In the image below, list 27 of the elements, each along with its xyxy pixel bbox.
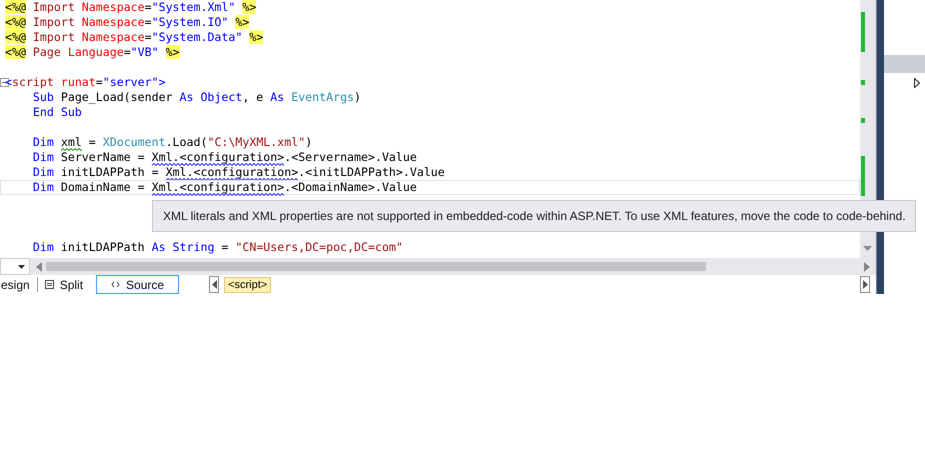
scroll-left-icon[interactable]: [36, 262, 42, 272]
scroll-down-icon[interactable]: [863, 246, 872, 251]
code-line: <%@ Import Namespace="System.IO" %>: [5, 15, 250, 29]
code-line: Dim xml = XDocument.Load("C:\MyXML.xml"): [32, 135, 312, 149]
code-line: Dim initLDAPPath = Xml.<configuration>.<initLDAPPath>.Value: [32, 165, 445, 179]
code-brackets-icon: [111, 281, 120, 288]
code-line: Sub Page_Load(sender As Object, e As EventArgs): [32, 90, 362, 104]
error-tooltip: XML literals and XML properties are not supported in embedded-code within ASP.NET. To use XML features, move the code to code-behind.: [152, 200, 916, 232]
expand-arrow-icon[interactable]: [914, 78, 920, 88]
code-line: Dim initLDAPPath As String = "CN=Users,DC=poc,DC=com": [32, 240, 403, 254]
scroll-right-icon[interactable]: [864, 262, 870, 272]
left-arrow-icon: [212, 280, 217, 289]
code-line: <%@ Import Namespace="System.Data" %>: [5, 30, 264, 44]
code-line: <script runat="server">: [5, 75, 166, 89]
view-tab[interactable]: Source: [96, 275, 180, 294]
nav-left-button[interactable]: [209, 276, 220, 293]
code-line: <%@ Import Namespace="System.Xml" %>: [5, 0, 256, 14]
horizontal-scrollbar[interactable]: [30, 258, 876, 275]
code-line: Dim DomainName = Xml.<configuration>.<DomainName>.Value: [32, 180, 417, 194]
right-arrow-icon: [862, 280, 868, 289]
breadcrumb[interactable]: <script>: [224, 276, 272, 292]
split-view-icon: [44, 280, 54, 289]
code-line: End Sub: [32, 105, 82, 119]
caret-icon: [18, 264, 25, 268]
nav-right-button[interactable]: [860, 276, 870, 293]
code-line: Dim ServerName = Xml.<configuration>.<Servername>.Value: [32, 150, 417, 164]
dropdown[interactable]: [0, 258, 30, 275]
